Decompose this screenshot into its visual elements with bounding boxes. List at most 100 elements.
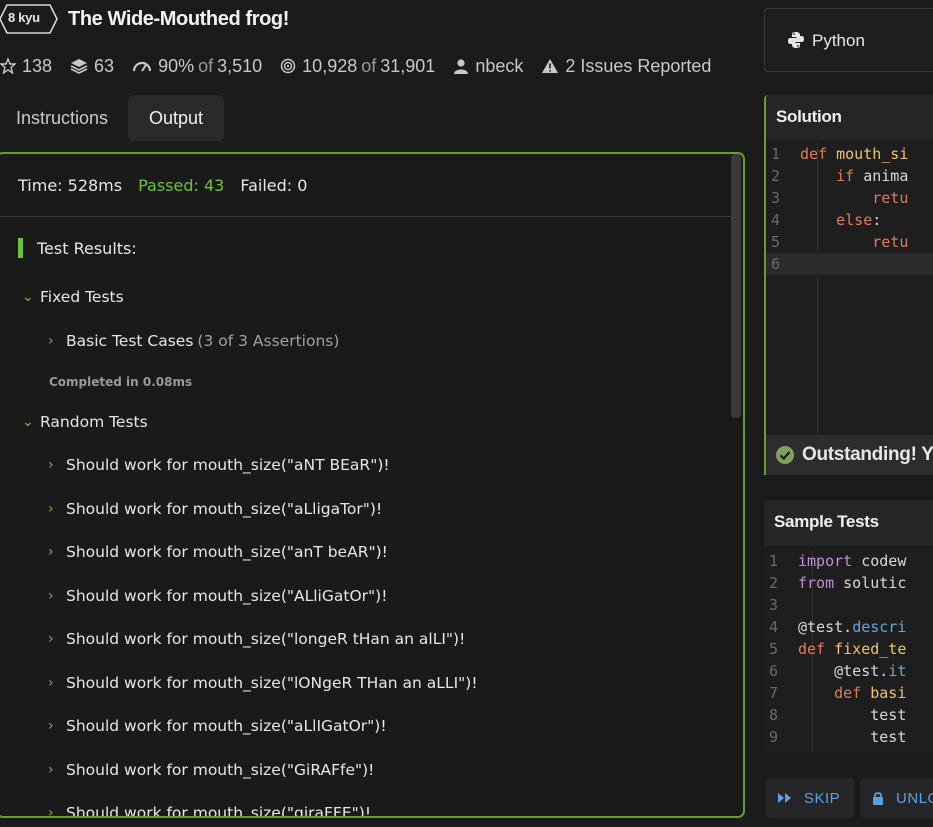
stars-stat[interactable]: 138 <box>0 56 52 77</box>
fixed-tests-group[interactable]: ⌄ Fixed Tests <box>22 288 124 306</box>
collections-stat[interactable]: 63 <box>70 56 114 77</box>
solution-title: Solution <box>776 107 842 126</box>
collections-count: 63 <box>94 55 115 76</box>
code-line: 3 retu <box>770 189 909 207</box>
code-line: 4 else: <box>770 211 882 229</box>
code-line: 6 @test.it <box>768 662 907 680</box>
code-line: 9 test <box>768 728 907 746</box>
chevron-right-icon: › <box>48 631 54 647</box>
skip-button[interactable]: SKIP <box>766 778 854 818</box>
python-icon <box>788 32 804 48</box>
list-item[interactable]: › Should work for mouth_size("aLligaTor"… <box>48 500 382 518</box>
list-item[interactable]: › Should work for mouth_size("aLlIGatOr"… <box>48 717 387 735</box>
output-panel: Time: 528ms Passed: 43 Failed: 0 Test Re… <box>0 152 745 818</box>
test-label: Should work for mouth_size("giraFFE")! <box>66 804 372 818</box>
rank-label: 8 kyu <box>8 10 40 25</box>
group-label: Random Tests <box>40 413 148 431</box>
scrollbar[interactable] <box>731 154 741 418</box>
basic-test-cases[interactable]: › Basic Test Cases (3 of 3 Assertions) <box>48 332 339 350</box>
list-item[interactable]: › Should work for mouth_size("anT beAR")… <box>48 543 388 561</box>
code-line: 7 def basi <box>768 684 907 702</box>
star-icon <box>0 58 16 74</box>
chevron-right-icon: › <box>48 588 54 604</box>
list-item[interactable]: › Should work for mouth_size("longeR tHa… <box>48 630 465 648</box>
chevron-down-icon: ⌄ <box>22 289 34 305</box>
test-label: Should work for mouth_size("GiRAFfe")! <box>66 761 375 779</box>
unlock-label: UNLO <box>896 789 933 807</box>
satisfaction-total: 3,510 <box>217 55 263 76</box>
sample-tests-panel: Sample Tests 1 import codew 2 from solutic… <box>764 500 933 752</box>
status-bar <box>18 238 23 258</box>
satisfaction-stat: 90% of 3,510 <box>132 56 262 77</box>
completed-count: 10,928 <box>302 55 358 76</box>
completed-of: of <box>361 55 377 76</box>
code-line: 8 test <box>768 706 907 724</box>
test-results-title: Test Results: <box>37 238 137 258</box>
author-stat[interactable]: nbeck <box>453 56 523 77</box>
test-results-heading: Test Results: <box>18 238 137 258</box>
gauge-icon <box>132 61 152 72</box>
completed-time: Completed in 0.08ms <box>49 375 193 389</box>
success-message: Outstanding! Yo <box>802 444 933 465</box>
assertion-count: (3 of 3 Assertions) <box>197 332 340 350</box>
test-summary: Time: 528ms Passed: 43 Failed: 0 <box>18 176 307 195</box>
tab-output[interactable]: Output <box>128 95 224 141</box>
chevron-right-icon: › <box>48 762 54 778</box>
chevron-right-icon: › <box>48 718 54 734</box>
group-label: Fixed Tests <box>40 288 124 306</box>
layers-icon <box>70 59 88 74</box>
chevron-down-icon: ⌄ <box>22 414 34 430</box>
target-icon <box>280 58 296 74</box>
code-line: 5 def fixed_te <box>768 640 907 658</box>
test-label: Should work for mouth_size("aNT BEaR")! <box>66 456 390 474</box>
chevron-right-icon: › <box>48 675 54 691</box>
satisfaction-pct: 90% <box>158 55 195 76</box>
test-label: Should work for mouth_size("aLlIGatOr")! <box>66 717 387 735</box>
fast-forward-icon <box>778 793 791 803</box>
divider <box>0 216 733 217</box>
completions-stat: 10,928 of 31,901 <box>280 56 435 77</box>
kata-stats: 138 63 90% of 3,510 10,928 of 31,901 nbe… <box>0 54 729 78</box>
unlock-solutions-button[interactable]: UNLO <box>860 778 933 818</box>
user-icon <box>454 59 469 74</box>
success-banner: Outstanding! Yo <box>766 435 933 475</box>
sample-tests-title: Sample Tests <box>774 512 879 531</box>
language-label: Python <box>812 31 865 50</box>
code-line: 6 <box>766 253 933 275</box>
skip-label: SKIP <box>804 789 841 807</box>
check-circle-icon <box>776 446 794 464</box>
warning-icon <box>542 59 559 73</box>
satisfaction-of: of <box>198 55 214 76</box>
tab-instructions[interactable]: Instructions <box>0 95 124 141</box>
code-line: 2 if anima <box>770 167 909 185</box>
test-label: Should work for mouth_size("aLligaTor")! <box>66 500 383 518</box>
chevron-right-icon: › <box>48 333 54 349</box>
list-item[interactable]: › Should work for mouth_size("giraFFE")! <box>48 804 372 818</box>
author-name: nbeck <box>475 55 524 76</box>
solution-editor[interactable]: 1 def mouth_si 2 if anima 3 retu 4 else: … <box>766 143 933 433</box>
issues-stat[interactable]: 2 Issues Reported <box>541 56 711 77</box>
chevron-right-icon: › <box>48 457 54 473</box>
solution-panel: Solution 1 def mouth_si 2 if anima 3 retu… <box>764 95 933 475</box>
failed-label: Failed: 0 <box>240 176 308 195</box>
sample-tests-editor[interactable]: 1 import codew 2 from solutic 3 4 @test.des… <box>764 550 933 752</box>
rank-badge: 8 kyu <box>0 4 58 34</box>
issues-label: 2 Issues Reported <box>565 55 712 76</box>
chevron-right-icon: › <box>48 501 54 517</box>
kata-title[interactable]: The Wide-Mouthed frog! <box>68 8 289 31</box>
stars-count: 138 <box>22 55 53 76</box>
list-item[interactable]: › Should work for mouth_size("aNT BEaR")… <box>48 456 390 474</box>
time-label: Time: 528ms <box>18 176 123 195</box>
completed-total: 31,901 <box>380 55 436 76</box>
chevron-right-icon: › <box>48 805 54 818</box>
code-line: 1 def mouth_si <box>770 145 909 163</box>
code-line: 3 <box>768 596 778 614</box>
code-line: 2 from solutic <box>768 574 907 592</box>
test-label: Should work for mouth_size("anT beAR")! <box>66 543 388 561</box>
test-label: Should work for mouth_size("longeR tHan … <box>66 630 466 648</box>
list-item[interactable]: › Should work for mouth_size("GiRAFfe")! <box>48 761 374 779</box>
language-selector[interactable]: Python <box>764 8 933 72</box>
list-item[interactable]: › Should work for mouth_size("lONgeR THa… <box>48 674 478 692</box>
random-tests-group[interactable]: ⌄ Random Tests <box>22 413 148 431</box>
list-item[interactable]: › Should work for mouth_size("ALliGatOr"… <box>48 587 387 605</box>
